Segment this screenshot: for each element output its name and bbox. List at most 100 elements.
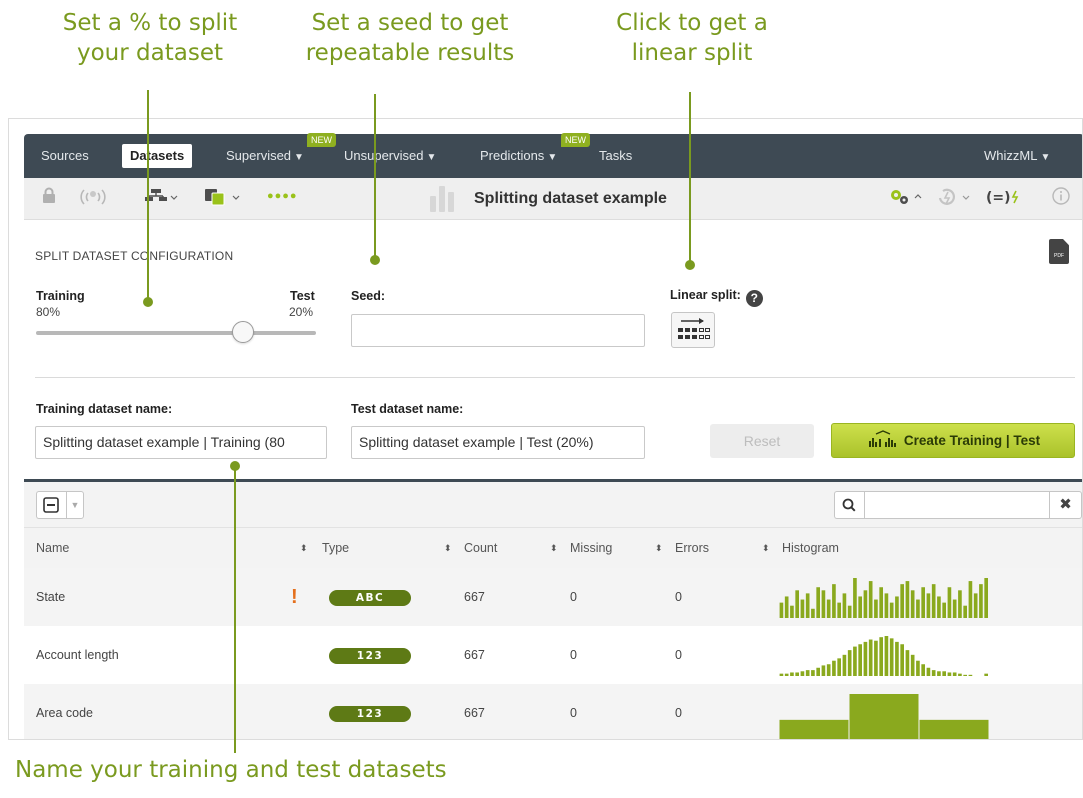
histogram-bar[interactable] (811, 608, 815, 618)
histogram-bar[interactable] (790, 605, 794, 618)
histogram[interactable] (779, 634, 989, 676)
split-slider-handle[interactable] (232, 321, 254, 343)
histogram-bar[interactable] (790, 672, 794, 676)
histogram-bar[interactable] (795, 590, 799, 618)
histogram-bar[interactable] (779, 602, 784, 618)
histogram-bar[interactable] (868, 581, 873, 618)
histogram-bar[interactable] (910, 654, 915, 676)
histogram-bar[interactable] (821, 590, 826, 618)
test-name-input[interactable]: Splitting dataset example | Test (20%) (351, 426, 645, 459)
field-name[interactable]: State (36, 568, 65, 626)
sort-icon[interactable]: ⬍ (762, 528, 770, 568)
histogram-bar[interactable] (832, 584, 836, 618)
histogram-bar[interactable] (784, 596, 789, 618)
histogram-bar[interactable] (921, 587, 925, 618)
sort-icon[interactable]: ⬍ (444, 528, 452, 568)
collapse-toggle-button[interactable] (36, 491, 66, 519)
histogram-bar[interactable] (800, 671, 805, 676)
histogram-bar[interactable] (973, 593, 978, 618)
nav-datasets[interactable]: Datasets (122, 144, 193, 168)
search-input[interactable] (864, 491, 1050, 519)
histogram-bar[interactable] (895, 641, 899, 676)
table-row[interactable]: Area code 123 667 0 0 (24, 684, 1082, 740)
histogram-bar[interactable] (816, 667, 820, 676)
histogram-bar[interactable] (921, 664, 925, 676)
sort-icon[interactable]: ⬍ (300, 528, 308, 568)
histogram-bar[interactable] (863, 590, 868, 618)
nav-tasks[interactable]: Tasks (599, 134, 632, 178)
histogram-bar[interactable] (916, 599, 920, 618)
histogram-bar[interactable] (853, 646, 857, 676)
column-type[interactable]: Type (322, 528, 349, 568)
field-name[interactable]: Area code (36, 684, 93, 739)
lock-icon[interactable] (42, 187, 56, 211)
histogram-bar[interactable] (847, 605, 852, 618)
column-missing[interactable]: Missing (570, 528, 612, 568)
field-name[interactable]: Account length (36, 626, 119, 684)
reset-button[interactable]: Reset (710, 424, 814, 458)
histogram-bar[interactable] (847, 650, 852, 676)
histogram-bar[interactable] (842, 593, 847, 618)
chevron-down-icon[interactable]: ▼ (66, 491, 84, 519)
histogram-bar[interactable] (868, 639, 873, 676)
histogram-bar[interactable] (963, 605, 967, 618)
histogram-bar[interactable] (905, 650, 910, 676)
histogram-bar[interactable] (926, 593, 931, 618)
help-icon[interactable]: ? (745, 290, 763, 307)
histogram-bar[interactable] (874, 599, 878, 618)
refresh-actions-icon[interactable] (936, 187, 970, 211)
warning-icon[interactable]: ! (291, 568, 298, 626)
histogram-bar[interactable] (931, 584, 936, 618)
nav-supervised[interactable]: Supervised ▼ (226, 134, 304, 178)
nav-sources[interactable]: Sources (41, 134, 89, 178)
table-row[interactable]: Account length 123 667 0 0 (24, 626, 1082, 684)
sort-icon[interactable]: ⬍ (655, 528, 663, 568)
histogram-bar[interactable] (979, 584, 983, 618)
column-name[interactable]: Name (36, 528, 69, 568)
close-icon[interactable]: ✖ (1050, 491, 1082, 519)
histogram-bar[interactable] (816, 587, 820, 618)
histogram-bar[interactable] (858, 644, 862, 676)
sort-icon[interactable]: ⬍ (550, 528, 558, 568)
histogram-bar[interactable] (884, 593, 889, 618)
seed-input[interactable] (351, 314, 645, 347)
histogram-bar[interactable] (942, 671, 946, 676)
histogram-bar[interactable] (926, 667, 931, 676)
histogram-bar[interactable] (968, 674, 973, 676)
nav-unsupervised[interactable]: Unsupervised ▼ (344, 134, 436, 178)
histogram-bar[interactable] (963, 674, 967, 676)
histogram-bar[interactable] (910, 590, 915, 618)
histogram-bar[interactable] (795, 672, 799, 676)
histogram-bar[interactable] (826, 664, 831, 676)
configure-gears-icon[interactable] (888, 187, 922, 211)
histogram-bar[interactable] (884, 636, 889, 676)
histogram-bar[interactable] (879, 637, 883, 676)
tree-model-icon[interactable] (144, 187, 178, 211)
histogram-bar[interactable] (952, 672, 957, 676)
histogram-bar[interactable] (853, 578, 857, 618)
histogram-bar[interactable] (779, 719, 849, 740)
histogram-bar[interactable] (879, 587, 883, 618)
histogram-bar[interactable] (947, 587, 952, 618)
histogram-bar[interactable] (889, 638, 894, 676)
histogram-bar[interactable] (811, 670, 815, 676)
histogram-bar[interactable] (942, 602, 946, 618)
histogram-bar[interactable] (919, 719, 989, 740)
column-count[interactable]: Count (464, 528, 497, 568)
histogram-bar[interactable] (849, 694, 919, 740)
histogram-bar[interactable] (895, 596, 899, 618)
info-icon[interactable] (1052, 187, 1070, 211)
nav-whizzml[interactable]: WhizzML ▼ (984, 134, 1050, 178)
histogram-bar[interactable] (779, 673, 784, 676)
histogram[interactable] (779, 576, 989, 618)
histogram-bar[interactable] (800, 599, 805, 618)
histogram-bar[interactable] (874, 640, 878, 676)
histogram-bar[interactable] (805, 593, 810, 618)
search-button[interactable] (834, 491, 864, 519)
linear-split-button[interactable] (671, 312, 715, 348)
histogram-bar[interactable] (858, 596, 862, 618)
nav-predictions[interactable]: Predictions ▼ (480, 134, 557, 178)
histogram-bar[interactable] (984, 578, 988, 618)
share-signal-icon[interactable] (80, 187, 106, 211)
histogram-bar[interactable] (916, 660, 920, 676)
